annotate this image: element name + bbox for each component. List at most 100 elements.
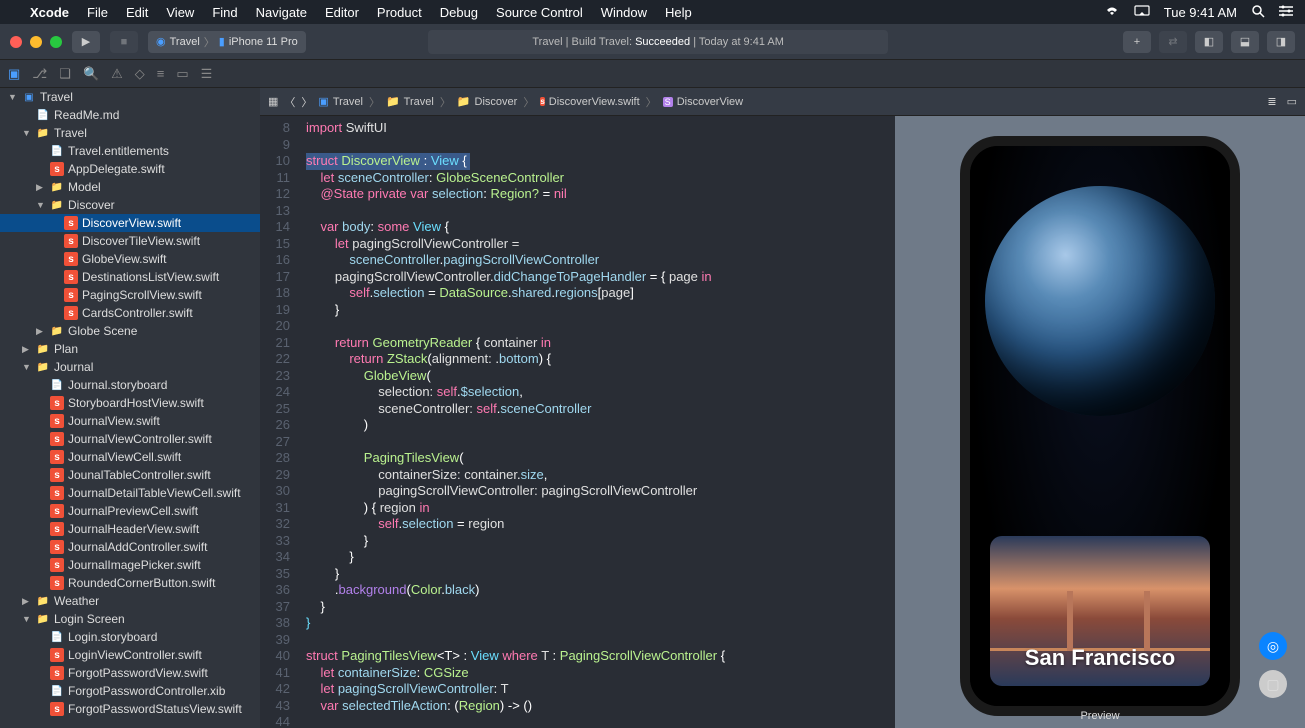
minimize-window-button[interactable] bbox=[30, 36, 42, 48]
minimap-toggle-icon[interactable]: ≣ bbox=[1267, 95, 1276, 108]
preview-device-button[interactable]: ▢ bbox=[1259, 670, 1287, 698]
forward-button[interactable]: 〉 bbox=[301, 94, 312, 110]
source-control-navigator-tab[interactable]: ⎇ bbox=[32, 66, 47, 82]
nav-item[interactable]: ▼📁Journal bbox=[0, 358, 260, 376]
jump-crumb-project[interactable]: ▣Travel bbox=[318, 95, 363, 108]
disclosure-triangle-icon[interactable]: ▼ bbox=[22, 614, 32, 624]
spotlight-icon[interactable] bbox=[1251, 4, 1265, 21]
toggle-bottom-panel-button[interactable]: ⬓ bbox=[1231, 31, 1259, 53]
screen-mirror-icon[interactable] bbox=[1134, 5, 1150, 20]
nav-item[interactable]: sJournalHeaderView.swift bbox=[0, 520, 260, 538]
nav-item[interactable]: sRoundedCornerButton.swift bbox=[0, 574, 260, 592]
nav-item[interactable]: sJounalTableController.swift bbox=[0, 466, 260, 484]
live-preview-button[interactable]: ◎ bbox=[1259, 632, 1287, 660]
nav-item[interactable]: 📄ReadMe.md bbox=[0, 106, 260, 124]
swift-file-icon: s bbox=[50, 576, 64, 590]
nav-item[interactable]: sCardsController.swift bbox=[0, 304, 260, 322]
disclosure-triangle-icon[interactable]: ▼ bbox=[22, 362, 32, 372]
nav-item[interactable]: sDiscoverTileView.swift bbox=[0, 232, 260, 250]
library-button[interactable]: + bbox=[1123, 31, 1151, 53]
nav-item[interactable]: 📄Login.storyboard bbox=[0, 628, 260, 646]
nav-item[interactable]: sDestinationsListView.swift bbox=[0, 268, 260, 286]
jump-crumb-folder[interactable]: 📁Discover bbox=[457, 95, 518, 108]
nav-item[interactable]: sGlobeView.swift bbox=[0, 250, 260, 268]
source-editor[interactable]: 8910111213141516171819202122232425262728… bbox=[260, 116, 895, 728]
nav-item[interactable]: sJournalPreviewCell.swift bbox=[0, 502, 260, 520]
jump-crumb-file[interactable]: sDiscoverView.swift bbox=[540, 96, 639, 108]
swiftui-preview-canvas[interactable]: San Francisco ◎ ▢ Preview bbox=[895, 116, 1305, 728]
nav-item[interactable]: sJournalDetailTableViewCell.swift bbox=[0, 484, 260, 502]
nav-item[interactable]: 📄ForgotPasswordController.xib bbox=[0, 682, 260, 700]
breakpoint-navigator-tab[interactable]: ▭ bbox=[176, 66, 188, 82]
disclosure-triangle-icon[interactable]: ▼ bbox=[8, 92, 18, 102]
menu-editor[interactable]: Editor bbox=[325, 5, 359, 20]
report-navigator-tab[interactable]: ☰ bbox=[201, 66, 213, 82]
nav-item[interactable]: sJournalViewCell.swift bbox=[0, 448, 260, 466]
project-navigator[interactable]: ▼▣Travel📄ReadMe.md▼📁Travel📄Travel.entitl… bbox=[0, 88, 260, 728]
nav-item[interactable]: ▶📁Model bbox=[0, 178, 260, 196]
toggle-left-panel-button[interactable]: ◧ bbox=[1195, 31, 1223, 53]
disclosure-triangle-icon[interactable]: ▶ bbox=[22, 596, 32, 607]
disclosure-triangle-icon[interactable]: ▶ bbox=[22, 344, 32, 355]
nav-item[interactable]: ▶📁Plan bbox=[0, 340, 260, 358]
clock[interactable]: Tue 9:41 AM bbox=[1164, 5, 1237, 20]
menu-find[interactable]: Find bbox=[212, 5, 237, 20]
app-menu[interactable]: Xcode bbox=[30, 5, 69, 20]
toggle-right-panel-button[interactable]: ◨ bbox=[1267, 31, 1295, 53]
nav-item[interactable]: 📄Journal.storyboard bbox=[0, 376, 260, 394]
issue-navigator-tab[interactable]: ⚠ bbox=[111, 66, 123, 82]
jump-crumb-group[interactable]: 📁Travel bbox=[386, 95, 434, 108]
nav-item-label: Travel.entitlements bbox=[68, 144, 169, 158]
nav-item[interactable]: sJournalViewController.swift bbox=[0, 430, 260, 448]
nav-item[interactable]: sDiscoverView.swift bbox=[0, 214, 260, 232]
disclosure-triangle-icon[interactable]: ▶ bbox=[36, 326, 46, 337]
menu-help[interactable]: Help bbox=[665, 5, 692, 20]
scheme-selector[interactable]: ◉ Travel 〉 ▮ iPhone 11 Pro bbox=[148, 31, 306, 53]
debug-navigator-tab[interactable]: ≡ bbox=[157, 66, 165, 81]
related-items-icon[interactable]: ▦ bbox=[268, 95, 278, 108]
menu-debug[interactable]: Debug bbox=[440, 5, 478, 20]
menu-edit[interactable]: Edit bbox=[126, 5, 148, 20]
nav-item[interactable]: ▼📁Login Screen bbox=[0, 610, 260, 628]
nav-item[interactable]: ▶📁Globe Scene bbox=[0, 322, 260, 340]
nav-item[interactable]: sJournalAddController.swift bbox=[0, 538, 260, 556]
disclosure-triangle-icon[interactable]: ▼ bbox=[22, 128, 32, 138]
file-icon: 📄 bbox=[36, 108, 50, 122]
nav-item[interactable]: sPagingScrollView.swift bbox=[0, 286, 260, 304]
menu-navigate[interactable]: Navigate bbox=[256, 5, 307, 20]
symbol-navigator-tab[interactable]: ❑ bbox=[59, 66, 71, 82]
zoom-window-button[interactable] bbox=[50, 36, 62, 48]
menu-source-control[interactable]: Source Control bbox=[496, 5, 583, 20]
nav-item[interactable]: sLoginViewController.swift bbox=[0, 646, 260, 664]
nav-item[interactable]: sJournalImagePicker.swift bbox=[0, 556, 260, 574]
wifi-icon[interactable] bbox=[1104, 5, 1120, 20]
nav-item[interactable]: sAppDelegate.swift bbox=[0, 160, 260, 178]
nav-item[interactable]: ▼📁Travel bbox=[0, 124, 260, 142]
close-window-button[interactable] bbox=[10, 36, 22, 48]
nav-item[interactable]: ▼📁Discover bbox=[0, 196, 260, 214]
find-navigator-tab[interactable]: 🔍 bbox=[83, 66, 99, 82]
menu-window[interactable]: Window bbox=[601, 5, 647, 20]
control-center-icon[interactable] bbox=[1279, 5, 1293, 20]
menu-file[interactable]: File bbox=[87, 5, 108, 20]
menu-view[interactable]: View bbox=[166, 5, 194, 20]
adjust-editor-icon[interactable]: ▭ bbox=[1287, 95, 1297, 108]
run-button[interactable]: ▶ bbox=[72, 31, 100, 53]
disclosure-triangle-icon[interactable]: ▼ bbox=[36, 200, 46, 210]
nav-item[interactable]: 📄Travel.entitlements bbox=[0, 142, 260, 160]
jump-crumb-symbol[interactable]: SDiscoverView bbox=[663, 96, 743, 108]
nav-item[interactable]: ▼▣Travel bbox=[0, 88, 260, 106]
swift-file-icon: s bbox=[50, 486, 64, 500]
nav-item[interactable]: sStoryboardHostView.swift bbox=[0, 394, 260, 412]
test-navigator-tab[interactable]: ◇ bbox=[135, 66, 145, 82]
project-navigator-tab[interactable]: ▣ bbox=[8, 66, 20, 82]
disclosure-triangle-icon[interactable]: ▶ bbox=[36, 182, 46, 193]
code-review-button[interactable]: ⇄ bbox=[1159, 31, 1187, 53]
stop-button[interactable]: ■ bbox=[110, 31, 138, 53]
nav-item[interactable]: sJournalView.swift bbox=[0, 412, 260, 430]
menu-product[interactable]: Product bbox=[377, 5, 422, 20]
back-button[interactable]: 〈 bbox=[284, 94, 295, 110]
nav-item[interactable]: sForgotPasswordStatusView.swift bbox=[0, 700, 260, 718]
nav-item[interactable]: ▶📁Weather bbox=[0, 592, 260, 610]
nav-item[interactable]: sForgotPasswordView.swift bbox=[0, 664, 260, 682]
